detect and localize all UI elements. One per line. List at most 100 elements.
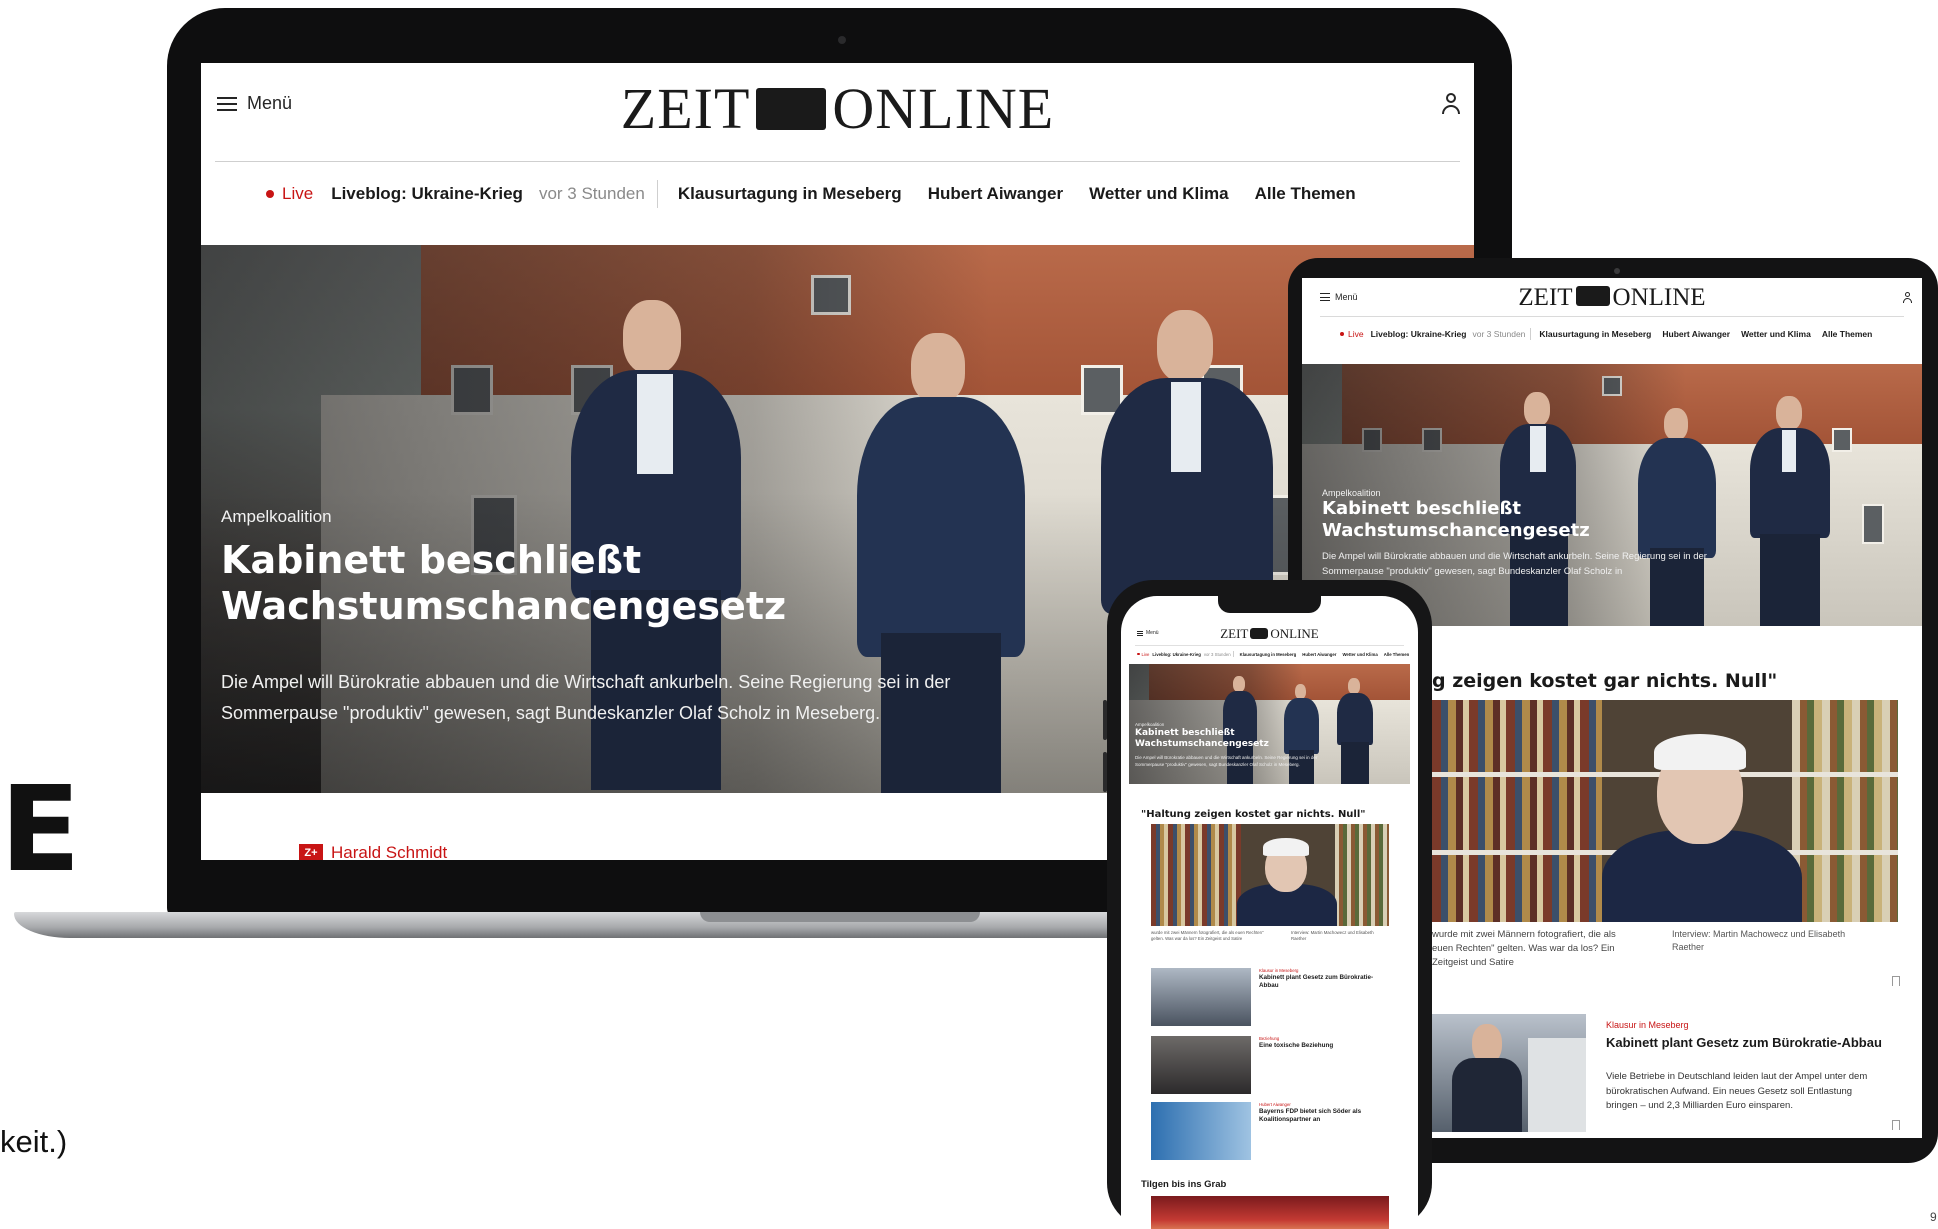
slide-text-fragment: keit.)	[0, 1124, 68, 1159]
phone-side-button	[1103, 752, 1107, 792]
tablet-site-logo[interactable]: ZEIT ONLINE	[1302, 284, 1922, 312]
article-kicker: Klausur in Meseberg	[1259, 968, 1299, 973]
logo-text-left: ZEIT	[1518, 284, 1573, 311]
article-image	[1151, 968, 1251, 1026]
nav-separator	[656, 180, 658, 208]
article-kicker: Hubert Aiwanger	[1259, 1102, 1291, 1107]
live-indicator[interactable]: Live	[1340, 329, 1364, 339]
live-indicator[interactable]: Live	[1137, 652, 1149, 657]
nav-liveblog[interactable]: Liveblog: Ukraine-Krieg	[331, 184, 523, 204]
zplus-badge: Z+	[299, 844, 323, 860]
hero-teaser-text: Die Ampel will Bürokratie abbauen und di…	[1322, 551, 1707, 577]
interview-credit: Interview: Martin Machowecz und Elisabet…	[1291, 930, 1374, 942]
logo-text-left: ZEIT	[620, 76, 751, 141]
live-dot-icon	[266, 190, 274, 198]
article-teaser: Viele Betriebe in Deutschland leiden lau…	[1606, 1071, 1868, 1112]
nav-item-alle-themen[interactable]: Alle Themen	[1255, 184, 1356, 204]
hero-teaser-text: Die Ampel will Bürokratie abbauen und di…	[221, 672, 951, 723]
hero-title[interactable]: Kabinett beschließt Wachstumschancengese…	[1322, 498, 1642, 542]
article-image	[1151, 1102, 1251, 1160]
nav-separator	[1232, 651, 1234, 657]
laptop-camera	[838, 36, 846, 44]
hero-kicker: Ampelkoalition	[1322, 488, 1381, 498]
phone-last-article-title[interactable]: Tilgen bis ins Grab	[1141, 1179, 1226, 1190]
live-indicator[interactable]: Live	[266, 184, 313, 204]
hero-title[interactable]: Kabinett beschließt Wachstumschancengese…	[1135, 728, 1285, 750]
interview-photo[interactable]	[1151, 824, 1389, 926]
phone-topic-navigation: Live Liveblog: Ukraine-Krieg vor 3 Stund…	[1137, 651, 1409, 657]
hero-kicker: Ampelkoalition	[221, 507, 332, 526]
logo-text-right: ONLINE	[1612, 284, 1706, 311]
hero-title[interactable]: Kabinett beschließt Wachstumschancengese…	[221, 537, 861, 630]
bookmark-icon[interactable]	[1892, 976, 1900, 986]
article-image	[1151, 1036, 1251, 1094]
hero-teaser-text: Die Ampel will Bürokratie abbauen und di…	[1135, 755, 1318, 767]
phone-side-button	[1103, 700, 1107, 740]
phone-article-item[interactable]: Hubert Aiwanger Bayerns FDP bietet sich …	[1151, 1102, 1391, 1160]
interview-photo[interactable]	[1432, 700, 1898, 922]
phone-notch	[1218, 596, 1321, 613]
tablet-topic-navigation: Live Liveblog: Ukraine-Krieg vor 3 Stund…	[1340, 328, 1872, 340]
header-divider	[215, 161, 1460, 162]
logo-text-left: ZEIT	[1220, 626, 1249, 641]
hero-kicker: Ampelkoalition	[1135, 722, 1165, 727]
zplus-author: Harald Schmidt	[331, 843, 448, 860]
header-divider	[1320, 316, 1904, 317]
nav-item-wetter[interactable]: Wetter und Klima	[1089, 184, 1228, 204]
eagle-logo-icon	[1250, 627, 1269, 639]
nav-item-wetter[interactable]: Wetter und Klima	[1741, 329, 1811, 339]
article-kicker: Beziehung	[1259, 1036, 1280, 1041]
zplus-teaser[interactable]: Z+ Harald Schmidt	[299, 843, 447, 860]
nav-liveblog-time: vor 3 Stunden	[538, 184, 645, 203]
hero-person-right	[1333, 678, 1375, 784]
interview-headline[interactable]: "Haltung zeigen kostet gar nichts. Null"	[1141, 809, 1366, 820]
interview-headline[interactable]: g zeigen kostet gar nichts. Null"	[1432, 670, 1777, 692]
nav-item-aiwanger[interactable]: Hubert Aiwanger	[1302, 652, 1336, 657]
nav-item-wetter[interactable]: Wetter und Klima	[1342, 652, 1377, 657]
live-dot-icon	[1137, 652, 1140, 656]
header-divider	[1135, 645, 1404, 646]
interview-caption: wurde mit zwei Männern fotografiert, die…	[1151, 930, 1264, 942]
nav-item-alle-themen[interactable]: Alle Themen	[1822, 329, 1873, 339]
interview-caption: wurde mit zwei Männern fotografiert, die…	[1432, 929, 1616, 968]
phone-hero-teaser[interactable]: Ampelkoalition Kabinett beschließt Wachs…	[1129, 664, 1410, 784]
tablet-camera	[1614, 268, 1620, 274]
nav-item-aiwanger[interactable]: Hubert Aiwanger	[928, 184, 1063, 204]
interview-credit: Interview: Martin Machowecz und Elisabet…	[1672, 929, 1846, 953]
article-image[interactable]	[1432, 1014, 1586, 1132]
article-title: Kabinett plant Gesetz zum Bürokratie-Abb…	[1259, 974, 1374, 990]
slide-title-fragment: E	[0, 760, 81, 898]
nav-separator	[1530, 328, 1532, 340]
phone-last-article-image[interactable]	[1151, 1196, 1389, 1229]
topic-navigation: Live Liveblog: Ukraine-Krieg vor 3 Stund…	[266, 180, 1356, 208]
nav-item-klausurtagung[interactable]: Klausurtagung in Meseberg	[678, 184, 902, 204]
eagle-logo-icon	[1575, 286, 1610, 307]
user-account-icon[interactable]	[1902, 292, 1912, 303]
slide-page-number: 9	[1930, 1210, 1937, 1224]
nav-item-klausurtagung[interactable]: Klausurtagung in Meseberg	[1240, 652, 1297, 657]
phone-site-logo[interactable]: ZEIT ONLINE	[1121, 626, 1418, 642]
live-dot-icon	[1340, 332, 1344, 336]
bookmark-icon[interactable]	[1892, 1120, 1900, 1130]
phone-article-item[interactable]: Klausur in Meseberg Kabinett plant Geset…	[1151, 968, 1391, 1026]
article-title: Eine toxische Beziehung	[1259, 1042, 1334, 1049]
nav-item-alle-themen[interactable]: Alle Themen	[1384, 652, 1410, 657]
article-kicker: Klausur in Meseberg	[1606, 1020, 1689, 1030]
logo-text-right: ONLINE	[1270, 626, 1319, 641]
nav-liveblog-time: vor 3 Stunden	[1472, 329, 1526, 339]
laptop-notch	[700, 912, 980, 922]
logo-text-right: ONLINE	[832, 76, 1055, 141]
nav-liveblog[interactable]: Liveblog: Ukraine-Krieg	[1152, 652, 1200, 657]
nav-liveblog-time: vor 3 Stunden	[1203, 651, 1231, 657]
phone-screen: Menü ZEIT ONLINE Live Liveblog: Ukraine-K…	[1121, 596, 1418, 1229]
nav-item-klausurtagung[interactable]: Klausurtagung in Meseberg	[1539, 329, 1651, 339]
hero-person-right	[1742, 396, 1838, 626]
eagle-logo-icon	[756, 87, 827, 130]
nav-liveblog[interactable]: Liveblog: Ukraine-Krieg	[1371, 329, 1467, 339]
article-title[interactable]: Kabinett plant Gesetz zum Bürokratie-Abb…	[1606, 1034, 1886, 1052]
phone-article-item[interactable]: Beziehung Eine toxische Beziehung	[1151, 1036, 1391, 1094]
user-account-icon[interactable]	[1441, 93, 1461, 115]
article-title: Bayerns FDP bietet sich Söder als Koalit…	[1259, 1108, 1362, 1124]
site-logo[interactable]: ZEIT ONLINE	[201, 75, 1474, 142]
nav-item-aiwanger[interactable]: Hubert Aiwanger	[1662, 329, 1730, 339]
